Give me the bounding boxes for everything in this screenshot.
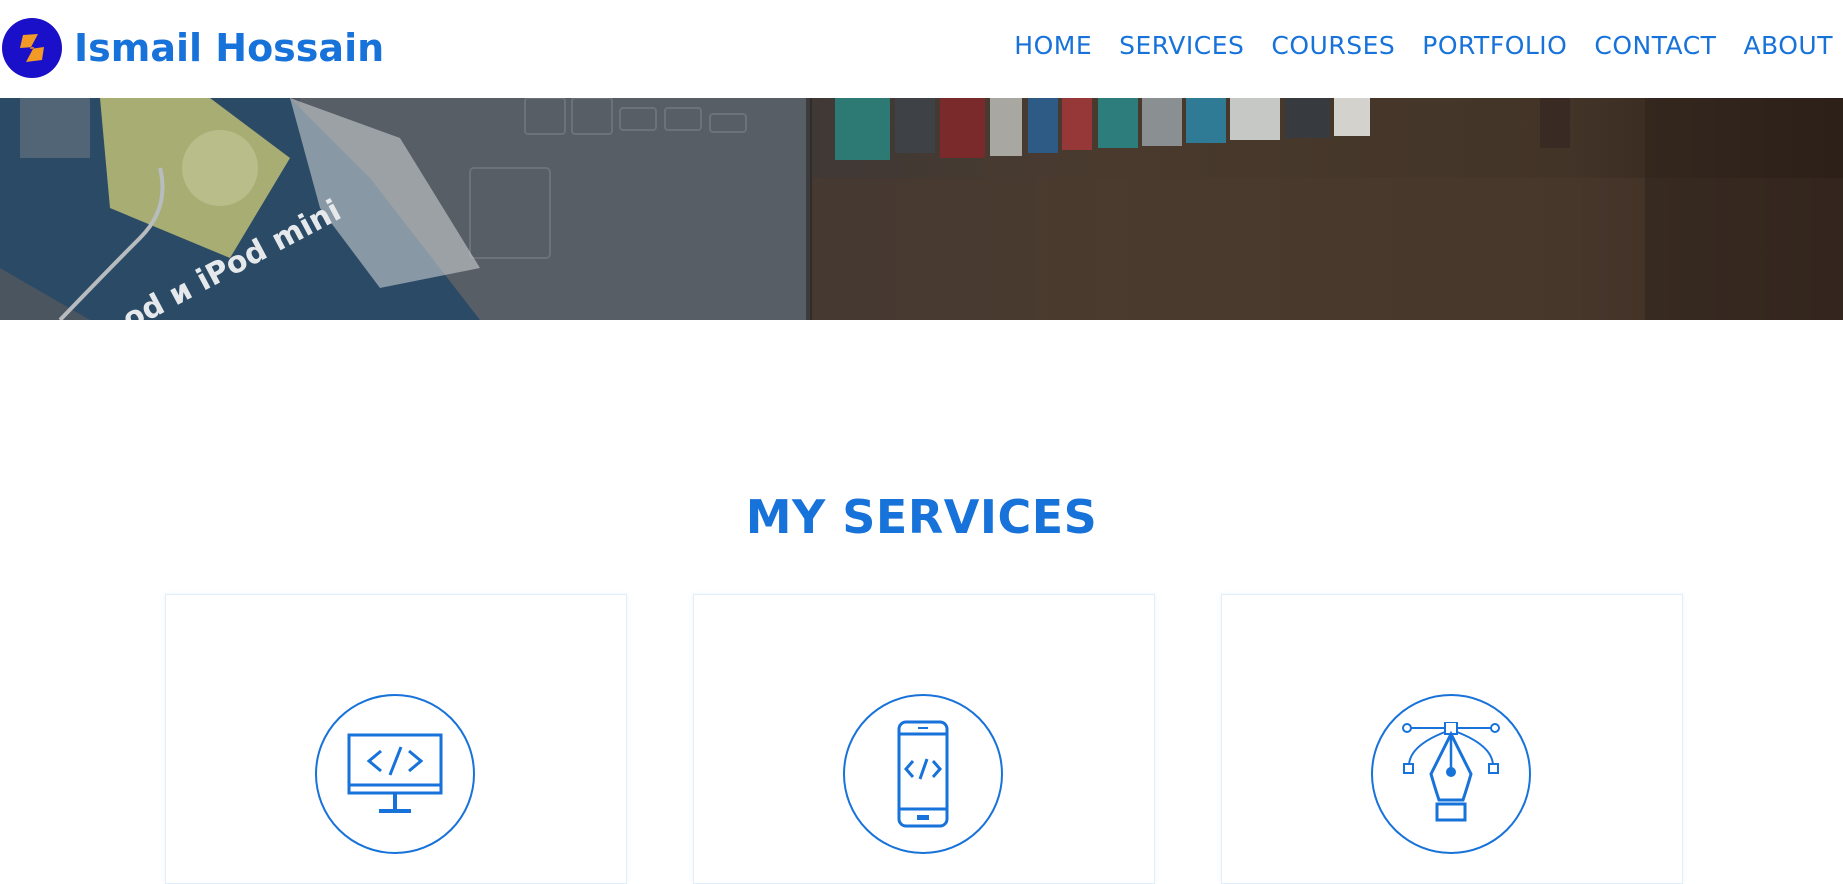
desk-with-laptop-ipod-manual-and-books-photo: od и iPod mini xyxy=(0,98,1843,320)
brand-name: Ismail Hossain xyxy=(74,26,385,70)
hero-banner: od и iPod mini xyxy=(0,98,1843,320)
nav-home[interactable]: HOME xyxy=(1014,31,1092,60)
service-card-web[interactable] xyxy=(165,594,627,884)
brand-link[interactable]: Ismail Hossain xyxy=(2,18,384,78)
nav-portfolio[interactable]: PORTFOLIO xyxy=(1422,31,1567,60)
nav-courses[interactable]: COURSES xyxy=(1271,31,1395,60)
icon-circle xyxy=(843,694,1003,854)
web-development-monitor-code-icon xyxy=(347,733,443,813)
nav-contact[interactable]: CONTACT xyxy=(1594,31,1716,60)
icon-circle xyxy=(315,694,475,854)
navbar: Ismail Hossain HOME SERVICES COURSES POR… xyxy=(0,0,1843,98)
service-card-mobile[interactable] xyxy=(693,594,1155,884)
services-title: MY SERVICES xyxy=(745,490,1098,545)
main-nav: HOME SERVICES COURSES PORTFOLIO CONTACT … xyxy=(1014,31,1833,60)
lightning-s-logo-icon xyxy=(2,18,62,78)
nav-services[interactable]: SERVICES xyxy=(1119,31,1244,60)
icon-circle xyxy=(1371,694,1531,854)
mobile-app-code-icon xyxy=(897,720,949,828)
nav-about[interactable]: ABOUT xyxy=(1743,31,1833,60)
service-card-design[interactable] xyxy=(1221,594,1683,884)
graphic-design-pen-tool-icon xyxy=(1402,722,1500,822)
